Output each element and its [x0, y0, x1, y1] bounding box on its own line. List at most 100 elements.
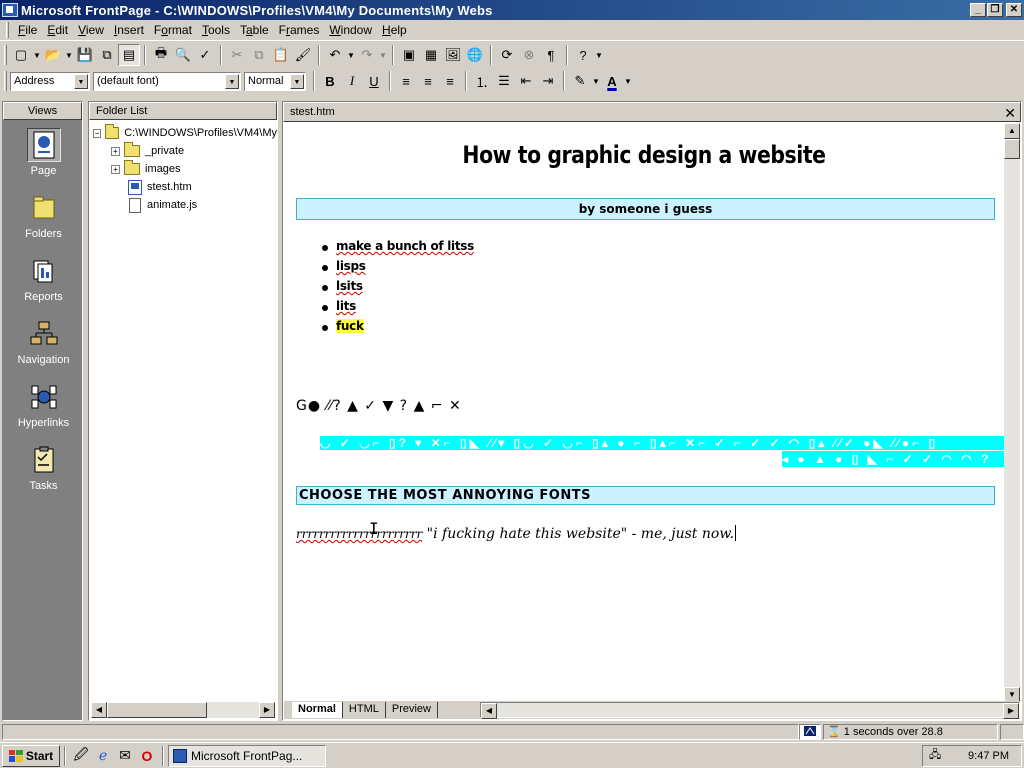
tree-item-private[interactable]: + _private [89, 142, 277, 160]
collapse-icon[interactable]: − [93, 128, 102, 138]
scroll-right-icon[interactable]: ▶ [259, 702, 275, 718]
chevron-down-icon[interactable]: ▼ [290, 73, 304, 89]
menu-grip[interactable] [6, 22, 9, 38]
open-dropdown-icon[interactable]: ▼ [64, 44, 74, 66]
internet-explorer-icon[interactable]: ℯ [92, 745, 114, 767]
network-tray-icon[interactable]: 🖧 [929, 746, 941, 765]
scroll-thumb[interactable] [107, 702, 207, 718]
menu-frames[interactable]: Frames [274, 23, 325, 37]
redo-icon[interactable]: ↷ [356, 44, 378, 66]
outlook-express-icon[interactable]: ✉ [114, 745, 136, 767]
tab-normal[interactable]: Normal [292, 702, 343, 718]
title-bar[interactable]: Microsoft FrontPage - C:\WINDOWS\Profile… [0, 0, 1024, 20]
menu-file[interactable]: File [13, 23, 42, 37]
align-center-icon[interactable]: ≡ [417, 70, 439, 92]
scroll-left-icon[interactable]: ◀ [481, 703, 497, 719]
view-page[interactable]: Page [3, 120, 84, 183]
tab-preview[interactable]: Preview [386, 702, 438, 718]
annoying-fonts-heading[interactable]: CHOOSE THE MOST ANNOYING FONTS [296, 486, 995, 505]
insert-table-icon[interactable]: ▦ [420, 44, 442, 66]
menu-tools[interactable]: Tools [197, 23, 235, 37]
view-hyperlinks[interactable]: Hyperlinks [3, 372, 84, 435]
help-icon[interactable]: ? [572, 44, 594, 66]
scroll-left-icon[interactable]: ◀ [91, 702, 107, 718]
scroll-right-icon[interactable]: ▶ [1003, 703, 1019, 719]
menu-window[interactable]: Window [324, 23, 377, 37]
refresh-icon[interactable]: ⟳ [496, 44, 518, 66]
font-color-dropdown-icon[interactable]: ▼ [623, 70, 633, 92]
list-item[interactable]: make a bunch of litss [320, 239, 474, 259]
print-icon[interactable]: 🖶 [150, 44, 172, 66]
underline-button[interactable]: U [363, 70, 385, 92]
tree-item-animate[interactable]: animate.js [89, 196, 277, 214]
document-canvas[interactable]: How to graphic design a website by someo… [284, 123, 1005, 703]
dingbat-text[interactable]: G● ⁄⁄? ▲ ✓ ▼ ? ▲ ⌐ ✕ [296, 398, 462, 414]
scroll-thumb[interactable] [1004, 139, 1020, 159]
show-desktop-icon[interactable]: 🖉 [70, 745, 92, 767]
start-button[interactable]: Start [2, 744, 60, 767]
cut-icon[interactable]: ✂ [226, 44, 248, 66]
bold-button[interactable]: B [319, 70, 341, 92]
editor-hscrollbar[interactable]: ◀ ▶ [480, 702, 1020, 719]
bullets-icon[interactable]: ☰ [493, 70, 515, 92]
expand-icon[interactable]: + [111, 146, 120, 156]
print-preview-icon[interactable]: 🔍 [172, 44, 194, 66]
save-icon[interactable]: 💾 [74, 44, 96, 66]
scroll-up-icon[interactable]: ▲ [1004, 123, 1020, 139]
toolbar-grip[interactable] [4, 45, 7, 65]
editor-vscrollbar[interactable]: ▲ ▼ [1004, 123, 1020, 703]
insert-component-icon[interactable]: ▣ [398, 44, 420, 66]
publish-icon[interactable]: ⧉ [96, 44, 118, 66]
view-reports[interactable]: Reports [3, 246, 84, 309]
insert-picture-icon[interactable]: 🖼 [442, 44, 464, 66]
toolbar-grip[interactable] [4, 71, 7, 91]
folder-list-hscrollbar[interactable]: ◀ ▶ [91, 702, 275, 718]
menu-format[interactable]: Format [149, 23, 197, 37]
highlight-color-icon[interactable]: ✎ [569, 70, 591, 92]
tree-root[interactable]: − C:\WINDOWS\Profiles\VM4\My [89, 124, 277, 142]
taskbar-frontpage-button[interactable]: Microsoft FrontPag... [168, 744, 326, 767]
hyperlink-icon[interactable]: 🌐 [464, 44, 486, 66]
page-heading[interactable]: How to graphic design a website [338, 141, 950, 169]
style-select[interactable]: Address ▼ [10, 71, 90, 91]
tree-item-stest[interactable]: stest.htm [89, 178, 277, 196]
format-painter-icon[interactable]: 🖌 [292, 44, 314, 66]
marquee-row-2[interactable]: ◂ ● ▲ ● ▯ ◣ ⌐ ✓ ✓ ◠ ◠ ? [782, 451, 1005, 467]
menu-help[interactable]: Help [377, 23, 412, 37]
new-page-icon[interactable]: ▢ [10, 44, 32, 66]
expand-icon[interactable]: + [111, 164, 120, 174]
view-tasks[interactable]: Tasks [3, 435, 84, 498]
list-item[interactable]: lsits [320, 279, 474, 299]
font-color-icon[interactable]: A [601, 70, 623, 92]
open-folder-icon[interactable]: 📂 [42, 44, 64, 66]
help-dropdown-icon[interactable]: ▼ [594, 44, 604, 66]
align-left-icon[interactable]: ≡ [395, 70, 417, 92]
undo-dropdown-icon[interactable]: ▼ [346, 44, 356, 66]
chevron-down-icon[interactable]: ▼ [225, 73, 239, 89]
undo-icon[interactable]: ↶ [324, 44, 346, 66]
menu-table[interactable]: Table [235, 23, 274, 37]
close-button[interactable]: ✕ [1006, 3, 1022, 17]
frontpage-app-icon[interactable] [2, 3, 18, 17]
quote-paragraph[interactable]: rrrrrrrrrrrrrrrrrrrrrr "i fucking hate t… [296, 525, 737, 542]
font-size-select[interactable]: Normal ▼ [244, 71, 306, 91]
clock[interactable]: 9:47 PM [968, 750, 1009, 762]
chevron-down-icon[interactable]: ▼ [74, 73, 88, 89]
menu-view[interactable]: View [73, 23, 109, 37]
menu-insert[interactable]: Insert [109, 23, 149, 37]
spelling-icon[interactable]: ✓ [194, 44, 216, 66]
tab-html[interactable]: HTML [343, 702, 386, 718]
tree-item-images[interactable]: + images [89, 160, 277, 178]
view-folders[interactable]: Folders [3, 183, 84, 246]
close-document-icon[interactable]: ✕ [1004, 104, 1016, 123]
list-item[interactable]: lisps [320, 259, 474, 279]
list-item[interactable]: lits [320, 299, 474, 319]
opera-icon[interactable]: O [136, 745, 158, 767]
redo-dropdown-icon[interactable]: ▼ [378, 44, 388, 66]
increase-indent-icon[interactable]: ⇥ [537, 70, 559, 92]
marquee-row-1[interactable]: ◡ ✓ ◡⌐ ▯? ▾ ✕⌐ ▯◣ ⁄⁄▾ ▯◡ ✓ ◡⌐ ▯▴ ● ⌐ ▯▴⌐… [320, 436, 1005, 450]
view-navigation[interactable]: Navigation [3, 309, 84, 372]
minimize-button[interactable]: _ [970, 3, 986, 17]
italic-button[interactable]: I [341, 70, 363, 92]
paste-icon[interactable]: 📋 [270, 44, 292, 66]
